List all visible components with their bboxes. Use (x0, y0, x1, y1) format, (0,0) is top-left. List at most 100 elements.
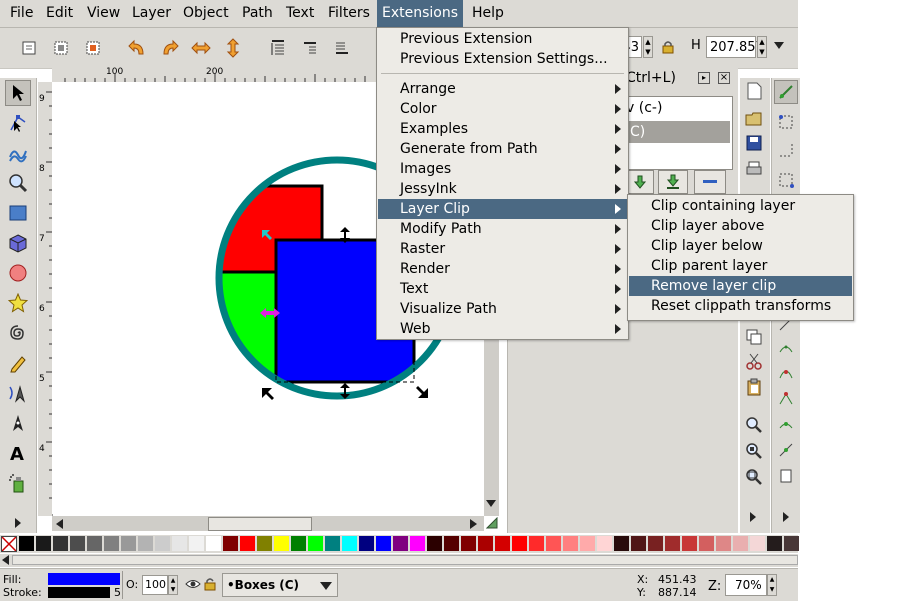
palette-scrollbar[interactable] (0, 554, 798, 567)
snap-paths-icon[interactable] (778, 340, 794, 360)
zoom-selection-icon[interactable] (745, 416, 763, 438)
text-tool-icon[interactable]: A (5, 440, 31, 466)
layer-row-selected[interactable]: C) (627, 121, 730, 143)
color-swatch[interactable] (393, 536, 408, 551)
lower-icon[interactable] (330, 36, 354, 60)
color-swatch[interactable] (189, 536, 204, 551)
color-swatch[interactable] (376, 536, 391, 551)
color-swatch[interactable] (563, 536, 578, 551)
color-swatch[interactable] (614, 536, 629, 551)
menu-item-layer-clip[interactable]: Layer Clip (378, 199, 627, 219)
zoom-spinner[interactable]: ▲ ▼ (767, 574, 777, 596)
zoom-field[interactable]: 70% (725, 574, 767, 596)
color-swatch[interactable] (444, 536, 459, 551)
snap-bbox-icon[interactable] (778, 114, 794, 134)
layer-dropdown[interactable]: •Boxes (C) (222, 573, 338, 597)
layer-to-bottom-button[interactable] (658, 170, 688, 194)
scroll-right-arrow-icon[interactable] (470, 519, 477, 529)
menu-item-arrange[interactable]: Arrange (378, 79, 627, 99)
color-swatch[interactable] (291, 536, 306, 551)
menu-item-previous-extension[interactable]: Previous Extension (378, 29, 627, 49)
zoom-page-icon[interactable] (745, 468, 763, 490)
lower-layer-button[interactable] (626, 170, 654, 194)
snap-path-intersections-icon[interactable] (778, 364, 794, 384)
color-swatch[interactable] (512, 536, 527, 551)
menu-item-modify-path[interactable]: Modify Path (378, 219, 627, 239)
pen-tool-icon[interactable] (5, 380, 31, 406)
color-swatch[interactable] (155, 536, 170, 551)
rectangle-tool-icon[interactable] (5, 200, 31, 226)
submenu-item-clip-layer-above[interactable]: Clip layer above (629, 216, 852, 236)
color-swatch[interactable] (648, 536, 663, 551)
color-swatch[interactable] (461, 536, 476, 551)
menu-item-web[interactable]: Web (378, 319, 627, 339)
scroll-left-arrow-icon[interactable] (56, 519, 63, 529)
new-document-icon[interactable] (745, 82, 763, 104)
color-swatch[interactable] (223, 536, 238, 551)
color-swatch[interactable] (325, 536, 340, 551)
color-swatch[interactable] (19, 536, 34, 551)
palette-scroll-left-icon[interactable] (2, 555, 9, 565)
raise-to-top-icon[interactable] (266, 36, 290, 60)
color-swatch[interactable] (36, 536, 51, 551)
color-swatch[interactable] (308, 536, 323, 551)
color-swatch[interactable] (665, 536, 680, 551)
save-document-icon[interactable] (745, 134, 763, 156)
color-swatch[interactable] (240, 536, 255, 551)
submenu-item-reset-clippath-transforms[interactable]: Reset clippath transforms (629, 296, 852, 316)
pencil-tool-icon[interactable] (5, 350, 31, 376)
toolbar-overflow-arrow-icon[interactable] (774, 42, 784, 49)
zoom-drawing-icon[interactable] (745, 442, 763, 464)
paste-icon[interactable] (745, 378, 763, 400)
color-swatch[interactable] (767, 536, 782, 551)
height-field[interactable]: 207.857 (706, 36, 764, 58)
layer-lock-icon[interactable] (204, 577, 216, 594)
stroke-width-value[interactable]: 5 (114, 586, 121, 599)
flip-horizontal-icon[interactable] (189, 36, 213, 60)
menu-item-color[interactable]: Color (378, 99, 627, 119)
menu-path[interactable]: Path (237, 0, 278, 27)
no-paint-swatch[interactable] (1, 536, 17, 552)
color-swatch[interactable] (546, 536, 561, 551)
menu-text[interactable]: Text (281, 0, 319, 27)
menu-item-visualize-path[interactable]: Visualize Path (378, 299, 627, 319)
snap-bbox-edges-icon[interactable] (778, 142, 794, 162)
menu-layer[interactable]: Layer (127, 0, 176, 27)
zoom-corner-icon[interactable] (485, 516, 498, 533)
snap-midpoints-icon[interactable] (778, 442, 794, 462)
node-tool-icon[interactable] (5, 110, 31, 136)
select-all-icon[interactable] (17, 36, 41, 60)
panel-close-icon[interactable]: × (718, 72, 730, 84)
spray-tool-icon[interactable] (5, 470, 31, 496)
menu-item-render[interactable]: Render (378, 259, 627, 279)
color-swatch[interactable] (597, 536, 612, 551)
tweak-tool-icon[interactable] (5, 140, 31, 166)
submenu-item-clip-layer-below[interactable]: Clip layer below (629, 236, 852, 256)
menu-file[interactable]: File (5, 0, 38, 27)
color-swatch[interactable] (580, 536, 595, 551)
rotate-ccw-icon[interactable] (126, 36, 150, 60)
menu-view[interactable]: View (82, 0, 125, 27)
color-swatch[interactable] (410, 536, 425, 551)
eye-visibility-icon[interactable] (185, 577, 201, 594)
lock-icon[interactable] (662, 40, 674, 58)
duplicate-icon[interactable] (745, 328, 763, 350)
enable-snapping-icon[interactable] (774, 80, 798, 104)
open-document-icon[interactable] (745, 110, 763, 132)
color-swatch[interactable] (257, 536, 272, 551)
layer-row[interactable]: v (c-) (626, 100, 662, 116)
panel-iconify-icon[interactable]: ▸ (698, 72, 710, 84)
3d-box-tool-icon[interactable] (5, 230, 31, 256)
opacity-spinner[interactable]: ▲ ▼ (168, 575, 178, 595)
palette-scroll-thumb[interactable] (12, 555, 798, 565)
star-tool-icon[interactable] (5, 290, 31, 316)
color-swatch[interactable] (104, 536, 119, 551)
menu-help[interactable]: Help (467, 0, 509, 27)
scroll-down-arrow-icon[interactable] (486, 500, 496, 507)
color-swatch[interactable] (529, 536, 544, 551)
selector-tool-icon[interactable] (5, 80, 31, 106)
submenu-item-clip-containing-layer[interactable]: Clip containing layer (629, 196, 852, 216)
snap-page-border-icon[interactable] (778, 468, 794, 488)
menu-item-text[interactable]: Text (378, 279, 627, 299)
menu-item-images[interactable]: Images (378, 159, 627, 179)
